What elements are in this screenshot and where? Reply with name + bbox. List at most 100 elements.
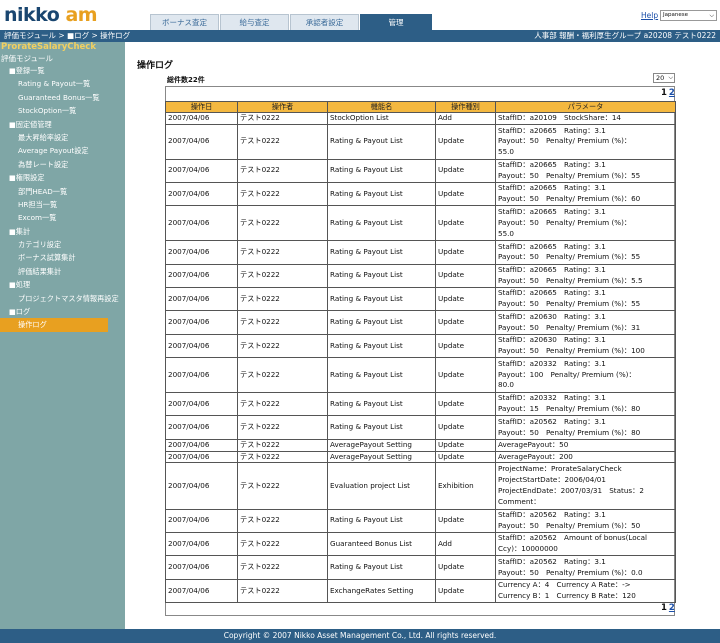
log-parameters-cell: StaffID：a20665 Rating：3.1 Payout：50 Penal… bbox=[495, 240, 676, 265]
table-row: 2007/04/06 テスト0222 AveragePayout Setting Up… bbox=[165, 438, 676, 452]
log-operation-type-cell: Update bbox=[435, 555, 496, 580]
log-function-cell: AveragePayout Setting bbox=[327, 438, 436, 452]
parameter-line: Payout：50 Penalty/ Premium (%)： bbox=[498, 136, 632, 146]
table-row: 2007/04/06 テスト0222 Rating & Payout List Upd… bbox=[165, 181, 676, 207]
sidebar-item[interactable]: カテゴリ設定 bbox=[0, 238, 125, 251]
parameter-line: Payout：50 Penalty/ Premium (%)：5.5 bbox=[498, 275, 643, 285]
parameter-line: StaffID：a20665 Rating：3.1 bbox=[498, 159, 606, 169]
log-operator-cell: テスト0222 bbox=[237, 462, 328, 510]
log-date-cell: 2007/04/06 bbox=[165, 263, 238, 288]
sidebar-menu: ■登録一覧 Rating & Payout一覧 Guaranteed Bonus一覧… bbox=[0, 64, 125, 332]
log-operator-cell: テスト0222 bbox=[237, 578, 328, 604]
parameter-line: Payout：50 Penalty/ Premium (%)：50 bbox=[498, 520, 641, 530]
table-row: 2007/04/06 テスト0222 StockOption List Add Staf… bbox=[165, 112, 676, 125]
sidebar-item[interactable]: 為替レート設定 bbox=[0, 158, 125, 171]
log-operation-type-cell: Update bbox=[435, 263, 496, 288]
language-value: Japanese bbox=[663, 12, 688, 18]
sidebar-item[interactable]: 最大昇給率設定 bbox=[0, 131, 125, 144]
log-operation-type-cell: Update bbox=[435, 205, 496, 242]
sidebar-item[interactable]: StockOption一覧 bbox=[0, 104, 125, 117]
log-parameters-cell: StaffID：a20562 Rating：3.1 Payout：50 Penal… bbox=[495, 415, 676, 440]
log-operator-cell: テスト0222 bbox=[237, 555, 328, 580]
main-content: 操作ログ 総件数22件 20 ⌵ 12 操作日 操作者 機能名 操作種別 パラメ… bbox=[125, 42, 720, 629]
table-row: 2007/04/06 テスト0222 Rating & Payout List Upd… bbox=[165, 415, 676, 440]
user-info: 人事部 報酬・福利厚生グループ a20208 テスト0222 bbox=[534, 31, 716, 40]
per-page-value: 20 bbox=[656, 74, 665, 82]
log-operator-cell: テスト0222 bbox=[237, 112, 328, 125]
log-operator-cell: テスト0222 bbox=[237, 357, 328, 393]
log-date-cell: 2007/04/06 bbox=[165, 357, 238, 393]
nikko-am-logo[interactable]: nikko am bbox=[4, 3, 98, 27]
parameter-line: StaffID：a20665 Rating：3.1 bbox=[498, 288, 606, 298]
log-function-cell: Guaranteed Bonus List bbox=[327, 532, 436, 557]
log-date-cell: 2007/04/06 bbox=[165, 205, 238, 242]
log-parameters-cell: AveragePayout：200 bbox=[495, 450, 676, 464]
sidebar-item[interactable]: 部門HEAD一覧 bbox=[0, 185, 125, 198]
log-date-cell: 2007/04/06 bbox=[165, 555, 238, 580]
table-row: 2007/04/06 テスト0222 Rating & Payout List Upd… bbox=[165, 555, 676, 580]
tab-salary-assessment[interactable]: 給与査定 bbox=[220, 14, 289, 30]
parameter-line: Payout：50 Penalty/ Premium (%)：100 bbox=[498, 345, 645, 355]
log-date-cell: 2007/04/06 bbox=[165, 438, 238, 452]
log-function-cell: Rating & Payout List bbox=[327, 508, 436, 534]
log-function-cell: Rating & Payout List bbox=[327, 391, 436, 417]
sidebar-item[interactable]: Guaranteed Bonus一覧 bbox=[0, 91, 125, 104]
log-parameters-cell: StaffID：a20630 Rating：3.1 Payout：50 Penal… bbox=[495, 310, 676, 335]
sidebar-item[interactable]: 操作ログ bbox=[0, 318, 108, 332]
log-operation-type-cell: Update bbox=[435, 158, 496, 183]
parameter-line: Payout：50 Penalty/ Premium (%)：0.0 bbox=[498, 567, 643, 577]
language-select[interactable]: Japanese ⌵ bbox=[660, 10, 717, 21]
parameter-line: StaffID：a20332 Rating：3.1 bbox=[498, 358, 606, 368]
log-function-cell: Rating & Payout List bbox=[327, 415, 436, 440]
pager-current: 1 bbox=[661, 88, 667, 98]
log-parameters-cell: StaffID：a20665 Rating：3.1 Payout：50 Penal… bbox=[495, 123, 676, 160]
sidebar-app-title[interactable]: ProrateSalaryCheck bbox=[0, 42, 125, 53]
parameter-line: Payout：100 Penalty/ Premium (%)： bbox=[498, 369, 636, 379]
log-date-cell: 2007/04/06 bbox=[165, 532, 238, 557]
table-row: 2007/04/06 テスト0222 ExchangeRates Setting Up… bbox=[165, 578, 676, 604]
sidebar-item[interactable]: ボーナス試算集計 bbox=[0, 251, 125, 264]
log-operator-cell: テスト0222 bbox=[237, 508, 328, 534]
parameter-line: StaffID：a20562 Rating：3.1 bbox=[498, 556, 606, 566]
sidebar-section-heading: ■処理 bbox=[9, 280, 31, 290]
footer: Copyright © 2007 Nikko Asset Management … bbox=[0, 629, 720, 643]
sidebar-item[interactable]: プロジェクトマスタ情報再設定 bbox=[0, 292, 125, 305]
log-operation-type-cell: Add bbox=[435, 532, 496, 557]
log-parameters-cell: StaffID：a20665 Rating：3.1 Payout：50 Penal… bbox=[495, 263, 676, 288]
tab-admin[interactable]: 管理 bbox=[360, 14, 432, 30]
log-operation-type-cell: Update bbox=[435, 391, 496, 417]
log-function-cell: Rating & Payout List bbox=[327, 555, 436, 580]
log-operation-type-cell: Update bbox=[435, 286, 496, 312]
parameter-line: Payout：50 Penalty/ Premium (%)： bbox=[498, 217, 632, 227]
sidebar-item[interactable]: Average Payout設定 bbox=[0, 144, 125, 157]
sidebar-item[interactable]: 評価結果集計 bbox=[0, 265, 125, 278]
tab-approver-settings[interactable]: 承認者設定 bbox=[290, 14, 359, 30]
sidebar-item[interactable]: Rating & Payout一覧 bbox=[0, 77, 125, 90]
parameter-line: Ccy)：10000000 bbox=[498, 544, 558, 554]
parameter-line: StaffID：a20332 Rating：3.1 bbox=[498, 393, 606, 403]
sidebar-item[interactable]: Excom一覧 bbox=[0, 211, 125, 224]
log-parameters-cell: AveragePayout：50 bbox=[495, 438, 676, 452]
table-row: 2007/04/06 テスト0222 Rating & Payout List Upd… bbox=[165, 263, 676, 288]
total-count: 総件数22件 bbox=[167, 76, 205, 84]
tab-bonus-assessment[interactable]: ボーナス査定 bbox=[150, 14, 219, 30]
help-link[interactable]: Help bbox=[641, 11, 658, 20]
log-function-cell: Rating & Payout List bbox=[327, 286, 436, 312]
parameter-line: ProjectName：ProrateSalaryCheck bbox=[498, 464, 622, 474]
log-operation-type-cell: Update bbox=[435, 357, 496, 393]
parameter-line: StaffID：a20630 Rating：3.1 bbox=[498, 335, 606, 345]
per-page-select[interactable]: 20 ⌵ bbox=[653, 73, 675, 83]
table-row: 2007/04/06 テスト0222 Guaranteed Bonus List Ad… bbox=[165, 532, 676, 557]
table-row: 2007/04/06 テスト0222 Rating & Payout List Upd… bbox=[165, 205, 676, 242]
parameter-line: 55.0 bbox=[498, 147, 515, 157]
pager-next-link[interactable]: 2 bbox=[669, 603, 675, 613]
pager-next-link[interactable]: 2 bbox=[669, 88, 675, 98]
pager-top: 12 bbox=[661, 88, 675, 98]
parameter-line: StaffID：a20109 StockShare：14 bbox=[498, 113, 622, 122]
table-row: 2007/04/06 テスト0222 Rating & Payout List Upd… bbox=[165, 333, 676, 359]
log-operation-type-cell: Update bbox=[435, 333, 496, 359]
sidebar-item[interactable]: HR担当一覧 bbox=[0, 198, 125, 211]
log-date-cell: 2007/04/06 bbox=[165, 240, 238, 265]
log-parameters-cell: StaffID：a20665 Rating：3.1 Payout：50 Penal… bbox=[495, 286, 676, 312]
log-parameters-cell: StaffID：a20630 Rating：3.1 Payout：50 Penal… bbox=[495, 333, 676, 359]
